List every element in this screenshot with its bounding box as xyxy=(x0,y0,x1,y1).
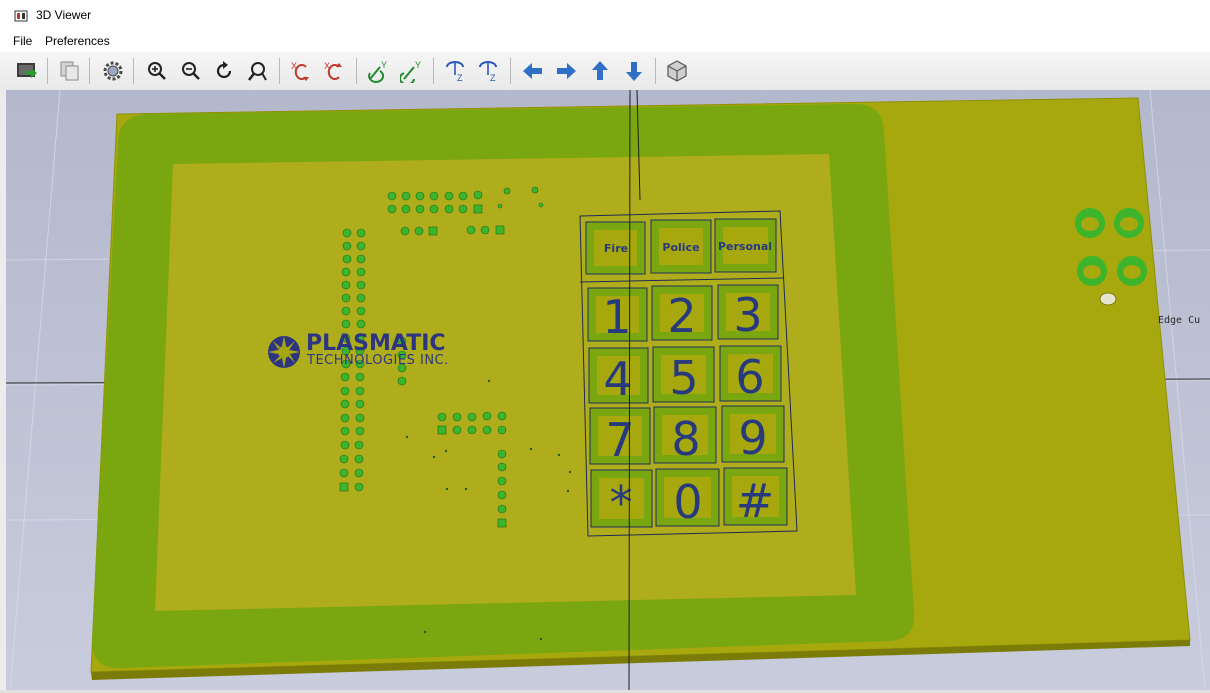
svg-text:Y: Y xyxy=(381,60,387,70)
reload-board-button[interactable] xyxy=(13,57,41,85)
redraw-button[interactable] xyxy=(210,57,238,85)
rotate-x-ccw-button[interactable]: X xyxy=(320,57,348,85)
plasmatic-logo-icon xyxy=(268,336,300,368)
copy-image-button[interactable] xyxy=(56,57,84,85)
title-bar: 3D Viewer xyxy=(0,0,1210,31)
key-label-2: 2 xyxy=(667,289,696,343)
key-label-3: 3 xyxy=(733,288,762,342)
menu-preferences[interactable]: Preferences xyxy=(43,34,112,48)
move-left-button[interactable] xyxy=(519,57,547,85)
key-label-6: 6 xyxy=(735,350,764,404)
redraw-icon xyxy=(216,61,232,79)
key-label-police: Police xyxy=(662,241,699,254)
zoom-in-button[interactable] xyxy=(143,57,171,85)
toolbar-separator xyxy=(510,58,511,84)
rotate-x-cw-icon: X xyxy=(291,61,309,81)
menu-bar: File Preferences xyxy=(0,31,1210,52)
toolbar-separator xyxy=(655,58,656,84)
3d-viewport[interactable]: Fire Police Personal 1 2 3 4 5 6 7 8 9 *… xyxy=(6,90,1210,690)
svg-text:Y: Y xyxy=(415,60,421,70)
rotate-x-cw-button[interactable]: X xyxy=(287,57,315,85)
rotate-y-cw-button[interactable]: Y xyxy=(364,57,392,85)
toolbar-separator xyxy=(433,58,434,84)
zoom-in-icon xyxy=(148,62,166,80)
menu-file[interactable]: File xyxy=(11,34,34,48)
reload-board-icon xyxy=(17,63,37,78)
board-render: Fire Police Personal 1 2 3 4 5 6 7 8 9 *… xyxy=(6,90,1210,690)
svg-text:Z: Z xyxy=(457,73,463,83)
key-label-0: 0 xyxy=(673,475,702,529)
settings-button[interactable] xyxy=(99,57,127,85)
rotate-y-ccw-icon: Y xyxy=(400,60,421,83)
rotate-z-cw-button[interactable]: Z xyxy=(441,57,469,85)
move-up-button[interactable] xyxy=(586,57,614,85)
zoom-out-button[interactable] xyxy=(177,57,205,85)
rotate-x-ccw-icon: X xyxy=(324,61,342,80)
zoom-out-icon xyxy=(182,62,200,80)
key-label-4: 4 xyxy=(603,352,632,406)
key-label-personal: Personal xyxy=(718,240,772,253)
key-label-9: 9 xyxy=(738,411,767,465)
toolbar: X X Y Y Z Z xyxy=(0,52,1210,91)
zoom-fit-button[interactable] xyxy=(244,57,272,85)
ortho-view-button[interactable] xyxy=(663,57,691,85)
toolbar-separator xyxy=(279,58,280,84)
rotate-y-cw-icon: Y xyxy=(368,60,387,83)
toolbar-separator xyxy=(89,58,90,84)
ortho-view-icon xyxy=(667,60,687,82)
move-left-icon xyxy=(523,63,542,79)
move-down-icon xyxy=(626,62,642,81)
move-down-button[interactable] xyxy=(620,57,648,85)
zoom-fit-icon xyxy=(248,62,267,81)
key-label-hash: # xyxy=(736,474,775,528)
toolbar-separator xyxy=(47,58,48,84)
rotate-z-ccw-button[interactable]: Z xyxy=(474,57,502,85)
settings-icon xyxy=(103,61,123,81)
edge-cuts-label: Edge Cu xyxy=(1158,315,1201,326)
toolbar-separator xyxy=(356,58,357,84)
plasmatic-logo-subtext: TECHNOLOGIES INC. xyxy=(307,353,449,368)
move-up-icon xyxy=(592,61,608,80)
rotate-y-ccw-button[interactable]: Y xyxy=(398,57,426,85)
svg-text:Z: Z xyxy=(490,73,496,83)
key-label-8: 8 xyxy=(671,412,700,466)
rotate-z-ccw-icon: Z xyxy=(479,61,497,83)
move-right-button[interactable] xyxy=(552,57,580,85)
key-label-7: 7 xyxy=(605,413,634,467)
key-label-1: 1 xyxy=(602,290,631,344)
rotate-z-cw-icon: Z xyxy=(446,61,464,83)
toolbar-separator xyxy=(133,58,134,84)
copy-image-icon xyxy=(60,61,79,81)
move-right-icon xyxy=(557,63,576,79)
key-label-fire: Fire xyxy=(604,242,628,255)
app-icon xyxy=(14,10,28,22)
window-title: 3D Viewer xyxy=(36,8,92,22)
key-label-5: 5 xyxy=(669,351,698,405)
